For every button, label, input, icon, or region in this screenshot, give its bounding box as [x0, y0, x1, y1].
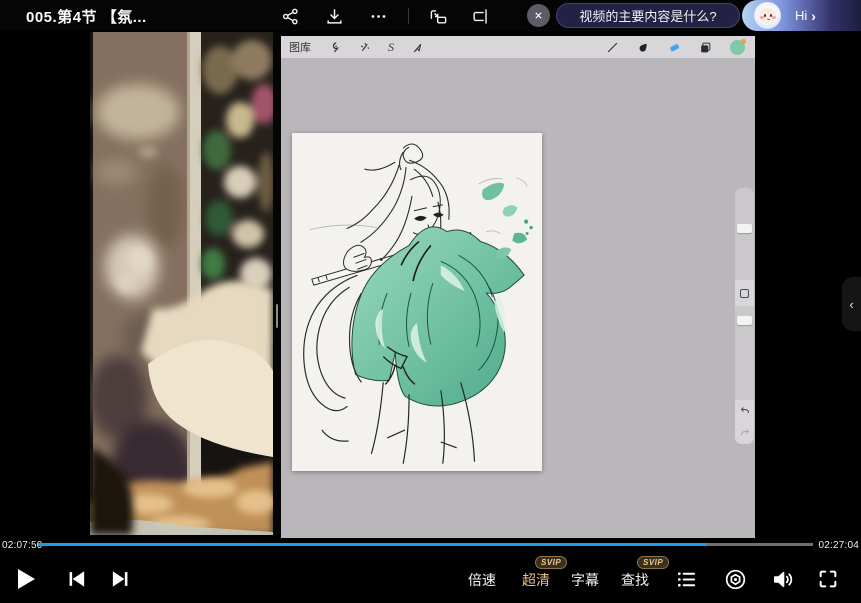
download-icon[interactable]: [322, 4, 346, 28]
brush-size-slider[interactable]: [735, 188, 754, 280]
smudge-icon[interactable]: [637, 41, 650, 54]
adjustments-icon[interactable]: [358, 41, 371, 54]
opacity-handle[interactable]: [737, 316, 752, 325]
more-icon[interactable]: [366, 4, 390, 28]
procreate-screen: 图库 S: [281, 36, 755, 538]
cast-icon[interactable]: [468, 4, 492, 28]
reference-photo: [90, 32, 273, 535]
gallery-button[interactable]: 图库: [289, 39, 311, 55]
play-button[interactable]: [8, 562, 42, 596]
eraser-icon[interactable]: [668, 41, 681, 54]
transform-icon[interactable]: [411, 41, 424, 54]
wrench-icon[interactable]: [328, 41, 341, 54]
next-episode-button[interactable]: [107, 566, 135, 592]
assistant-label: Hi: [795, 8, 807, 23]
player-controls: 倍速 超清 SVIP 字幕 查找 SVIP: [0, 554, 861, 603]
find-button[interactable]: 查找: [621, 570, 649, 590]
split-divider: [273, 32, 281, 535]
chevron-left-icon: ‹: [849, 297, 853, 312]
drawing-canvas[interactable]: [292, 133, 542, 471]
brush-icon[interactable]: [606, 41, 619, 54]
seek-bar[interactable]: [38, 543, 813, 546]
undo-icon[interactable]: [735, 400, 754, 422]
speed-button[interactable]: 倍速: [468, 570, 496, 590]
brush-size-handle[interactable]: [737, 224, 752, 233]
video-frame[interactable]: 图库 S: [0, 31, 861, 538]
assistant-avatar: [754, 2, 781, 29]
video-player-app: 005.第4节 【氛...: [0, 0, 861, 603]
svip-badge-quality: SVIP: [535, 556, 567, 569]
procreate-toolbar: 图库 S: [281, 36, 755, 58]
topbar-divider: [408, 8, 409, 24]
aperture-icon[interactable]: [721, 566, 749, 592]
color-swatch[interactable]: [730, 40, 745, 55]
close-icon[interactable]: [527, 4, 550, 27]
side-drawer-toggle[interactable]: ‹: [842, 277, 861, 331]
timeline-row: 02:07:50 02:27:04: [0, 538, 861, 554]
ai-question-pill[interactable]: 视频的主要内容是什么?: [556, 3, 740, 28]
selection-icon[interactable]: S: [388, 40, 394, 55]
playlist-icon[interactable]: [672, 566, 700, 592]
volume-icon[interactable]: [768, 566, 796, 592]
pip-icon[interactable]: [426, 4, 450, 28]
ai-assistant-button[interactable]: Hi ›: [742, 0, 861, 31]
redo-icon[interactable]: [735, 422, 754, 444]
current-time: 02:07:50: [2, 540, 43, 551]
fullscreen-icon[interactable]: [814, 566, 842, 592]
total-duration: 02:27:04: [818, 540, 859, 551]
subtitle-button[interactable]: 字幕: [571, 570, 599, 590]
split-drag-handle[interactable]: [276, 304, 278, 328]
seek-bar-progress: [38, 543, 707, 546]
share-icon[interactable]: [278, 4, 302, 28]
chevron-right-icon: ›: [811, 8, 816, 24]
procreate-sidebar: [735, 188, 754, 444]
quality-button[interactable]: 超清: [522, 570, 550, 590]
modify-button[interactable]: [735, 280, 754, 306]
top-bar: 005.第4节 【氛...: [0, 0, 861, 31]
svip-badge-find: SVIP: [637, 556, 669, 569]
opacity-slider[interactable]: [735, 306, 754, 400]
previous-episode-button[interactable]: [62, 566, 90, 592]
layers-icon[interactable]: [699, 41, 712, 54]
video-title: 005.第4节 【氛...: [26, 6, 147, 27]
